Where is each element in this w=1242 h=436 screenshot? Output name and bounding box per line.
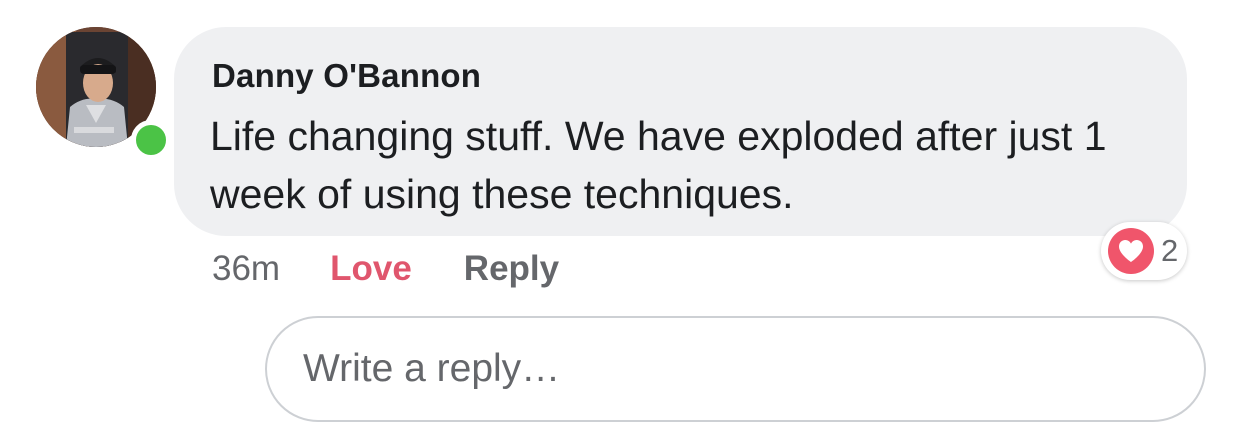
commenter-avatar-wrap[interactable] — [36, 27, 171, 160]
love-reaction-badge — [1108, 228, 1154, 274]
comment-author-name[interactable]: Danny O'Bannon — [212, 57, 481, 95]
online-status-dot — [131, 120, 171, 160]
comment-actions: 36m Love Reply — [212, 246, 559, 292]
comment-timestamp[interactable]: 36m — [212, 249, 280, 289]
reaction-summary[interactable]: 2 — [1101, 222, 1187, 280]
love-button[interactable]: Love — [330, 249, 412, 289]
comment-text: Life changing stuff. We have exploded af… — [210, 113, 1107, 217]
heart-icon — [1119, 240, 1143, 262]
reply-button[interactable]: Reply — [464, 249, 559, 289]
reply-input[interactable] — [265, 316, 1206, 422]
comment-bubble: Danny O'Bannon Life changing stuff. We h… — [174, 27, 1187, 236]
reaction-count: 2 — [1161, 233, 1179, 268]
